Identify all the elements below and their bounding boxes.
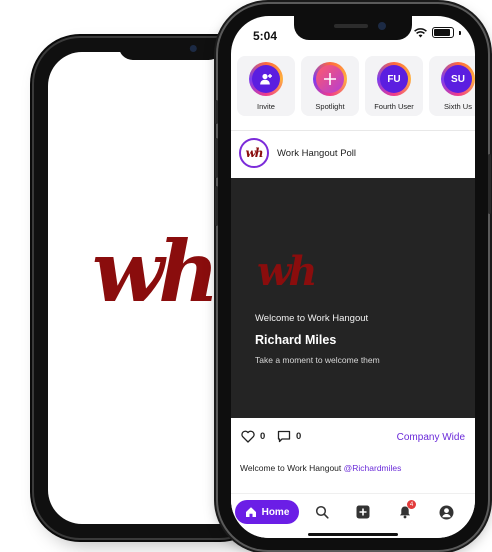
status-time: 5:04	[253, 29, 278, 43]
post-banner[interactable]: wh Welcome to Work Hangout Richard Miles…	[231, 178, 475, 418]
comment-button[interactable]: 0	[277, 430, 301, 443]
like-button[interactable]: 0	[241, 430, 265, 443]
story-avatar: SU	[444, 65, 472, 93]
story-ring	[249, 62, 283, 96]
nav-profile-button[interactable]	[437, 503, 455, 521]
story-invite[interactable]: Invite	[237, 56, 295, 116]
nav-notifications-button[interactable]: 4	[396, 500, 416, 521]
post-actions: 0 0 Company Wide	[231, 430, 475, 450]
audience-link[interactable]: Company Wide	[397, 432, 465, 443]
story-label: Sixth Us	[444, 102, 472, 111]
search-icon	[315, 505, 329, 519]
plus-icon	[324, 73, 336, 85]
post-avatar[interactable]: wh	[239, 138, 269, 168]
feed-screen: 5:04 Invite Spotlight FU Fourth User SU …	[231, 16, 475, 538]
battery-cap	[459, 30, 461, 35]
profile-icon	[439, 505, 453, 519]
home-icon	[245, 507, 256, 517]
story-avatar: FU	[380, 65, 408, 93]
story-label: Fourth User	[374, 102, 414, 111]
story-label: Invite	[257, 102, 275, 111]
feed-phone: 5:04 Invite Spotlight FU Fourth User SU …	[215, 4, 491, 550]
comment-count: 0	[296, 431, 302, 442]
wifi-icon	[414, 27, 427, 37]
stories-row[interactable]: Invite Spotlight FU Fourth User SU Sixth…	[237, 56, 475, 116]
story-ring	[313, 62, 347, 96]
notch	[118, 38, 223, 60]
banner-logo: wh	[257, 248, 317, 295]
story-label: Spotlight	[315, 102, 345, 111]
notification-badge: 4	[407, 500, 416, 509]
story-fourth-user[interactable]: FU Fourth User	[365, 56, 423, 116]
caption-text: Welcome to Work Hangout	[240, 463, 342, 473]
power-button	[488, 154, 491, 214]
story-avatar	[252, 65, 280, 93]
battery-icon	[432, 27, 454, 38]
story-sixth-user[interactable]: SU Sixth Us	[429, 56, 475, 116]
story-avatar	[316, 65, 344, 93]
status-icons	[414, 27, 461, 38]
nav-search-button[interactable]	[313, 503, 331, 521]
volume-up-button	[215, 138, 218, 178]
mute-switch	[215, 100, 218, 124]
splash-logo: wh	[92, 222, 219, 321]
story-spotlight[interactable]: Spotlight	[301, 56, 359, 116]
nav-home-label: Home	[261, 506, 290, 518]
mention-link[interactable]: @Richardmiles	[344, 463, 402, 473]
volume-down-button	[215, 186, 218, 226]
banner-subtitle: Take a moment to welcome them	[255, 355, 380, 365]
like-count: 0	[260, 431, 266, 442]
camera-icon	[378, 22, 386, 30]
add-post-icon	[356, 505, 370, 519]
bottom-nav: Home 4	[231, 493, 475, 538]
heart-icon	[241, 430, 255, 443]
post-caption: Welcome to Work Hangout @Richardmiles	[240, 463, 401, 473]
post-title: Work Hangout Poll	[277, 148, 357, 159]
post-header[interactable]: wh Work Hangout Poll	[231, 130, 475, 179]
nav-home-button[interactable]: Home	[235, 500, 299, 524]
home-indicator	[308, 533, 398, 536]
comment-icon	[277, 430, 291, 443]
notch	[294, 16, 412, 40]
story-ring: FU	[377, 62, 411, 96]
banner-name: Richard Miles	[255, 333, 337, 347]
nav-create-button[interactable]	[354, 503, 372, 521]
banner-welcome-text: Welcome to Work Hangout	[255, 313, 369, 324]
story-ring: SU	[441, 62, 475, 96]
add-user-icon	[260, 73, 272, 85]
speaker	[334, 24, 368, 28]
camera-icon	[189, 45, 197, 52]
